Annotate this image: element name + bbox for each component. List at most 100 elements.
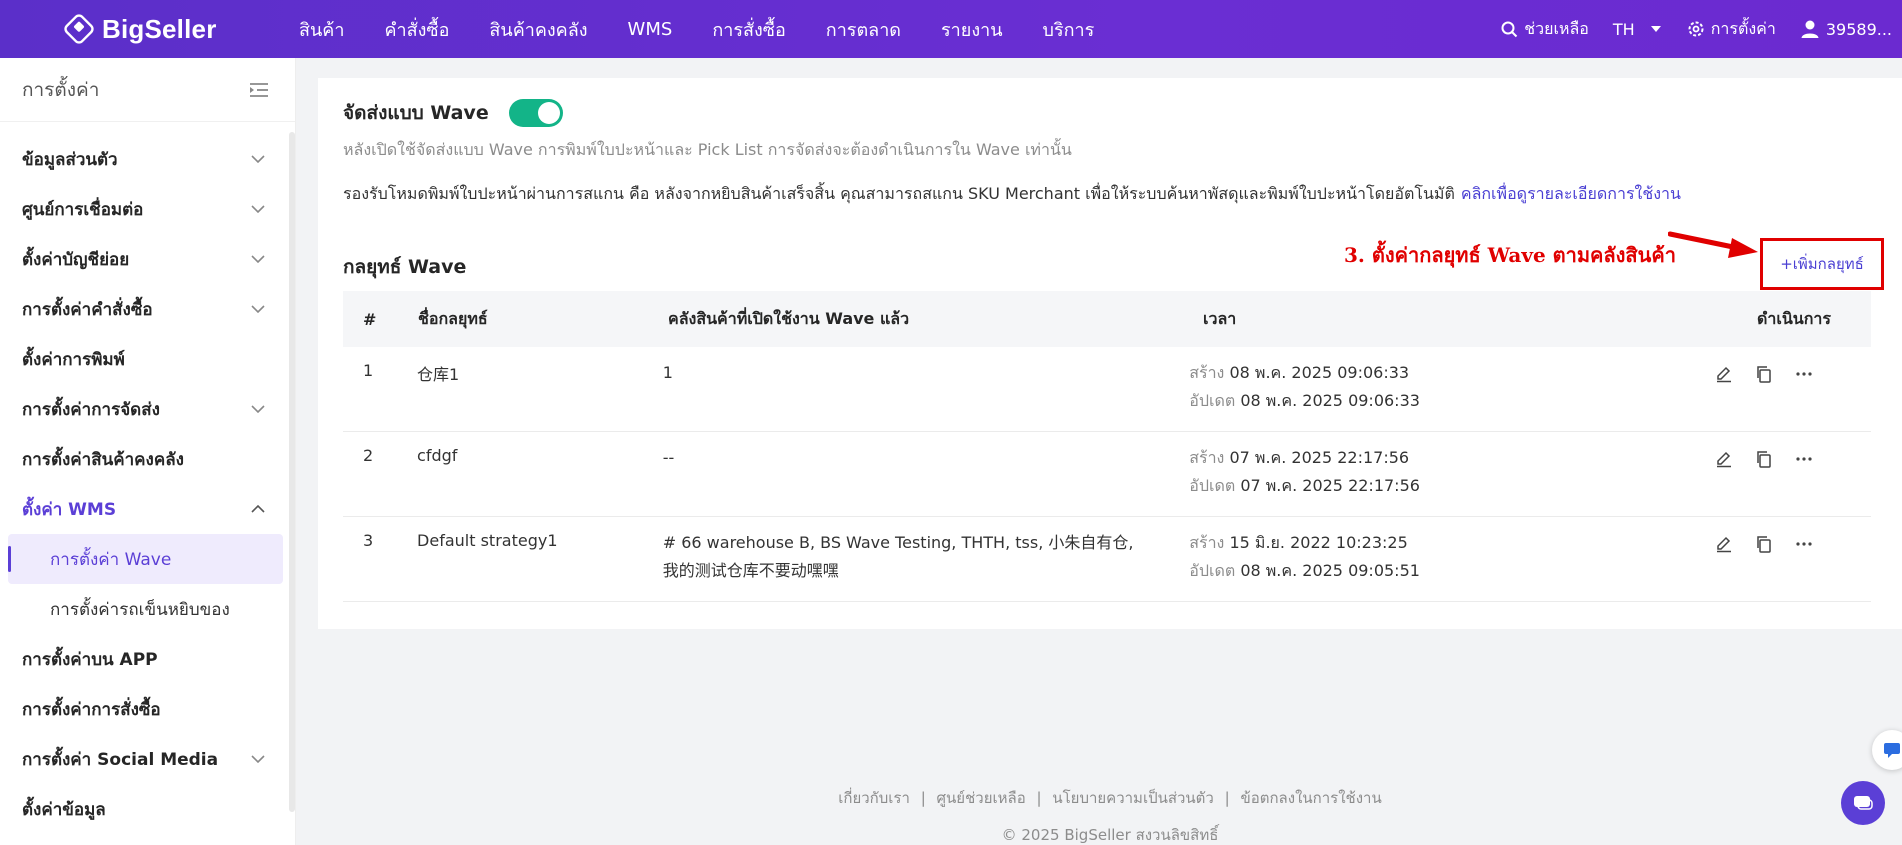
nav-item-wms[interactable]: WMS: [628, 19, 673, 40]
nav-item-purchase[interactable]: การสั่งซื้อ: [712, 15, 785, 44]
brand-logo[interactable]: BigSeller: [62, 12, 284, 46]
row-time: สร้าง 08 พ.ค. 2025 09:06:33 อัปเดต 08 พ.…: [1189, 359, 1715, 431]
user-icon: [1801, 20, 1819, 38]
more-icon[interactable]: [1795, 450, 1813, 472]
more-icon[interactable]: [1795, 535, 1813, 557]
row-warehouses: 1: [662, 363, 673, 382]
nav-item-reports[interactable]: รายงาน: [941, 15, 1003, 44]
sidebar-item-data-settings[interactable]: ตั้งค่าข้อมูล: [0, 784, 295, 834]
row-actions: [1715, 359, 1871, 431]
sidebar-item-app-settings[interactable]: การตั้งค่าบน APP: [0, 634, 295, 684]
search-icon: [1501, 21, 1518, 37]
strategy-table: # ชื่อกลยุทธ์ คลังสินค้าที่เปิดใช้งาน Wa…: [343, 291, 1871, 602]
edit-icon[interactable]: [1715, 450, 1733, 472]
footer-links: เกี่ยวกับเรา | ศูนย์ช่วยเหลือ | นโยบายคว…: [318, 786, 1902, 810]
row-name: cfdgf: [417, 446, 458, 465]
row-num: 2: [363, 446, 374, 465]
brand-name: BigSeller: [102, 13, 217, 44]
floating-chat-button[interactable]: [1841, 781, 1885, 825]
updated-label: อัปเดต: [1189, 391, 1236, 410]
collapse-menu-icon[interactable]: [249, 82, 269, 98]
main-nav: สินค้า คำสั่งซื้อ สินค้าคงคลัง WMS การสั…: [299, 15, 1134, 44]
nav-item-marketing[interactable]: การตลาด: [826, 15, 901, 44]
wave-description: รองรับโหมดพิมพ์ใบปะหน้าผ่านการสแกน คือ ห…: [343, 182, 1681, 207]
chevron-down-icon: [251, 405, 265, 413]
top-navbar: BigSeller สินค้า คำสั่งซื้อ สินค้าคงคลัง…: [0, 0, 1902, 58]
add-strategy-button[interactable]: +เพิ่มกลยุทธ์: [1780, 252, 1864, 276]
sidebar-item-label: การตั้งค่าบน APP: [22, 649, 158, 670]
row-time: สร้าง 07 พ.ค. 2025 22:17:56 อัปเดต 07 พ.…: [1189, 444, 1715, 516]
wave-hint: หลังเปิดใช้จัดส่งแบบ Wave การพิมพ์ใบปะหน…: [343, 140, 1072, 159]
col-header-actions: ดำเนินการ: [1757, 308, 1831, 328]
sidebar-item-label: ข้อมูลส่วนตัว: [22, 149, 118, 170]
usage-details-link[interactable]: คลิกเพื่อดูรายละเอียดการใช้งาน: [1461, 184, 1681, 203]
nav-item-products[interactable]: สินค้า: [299, 15, 344, 44]
created-time: 15 มิ.ย. 2022 10:23:25: [1229, 533, 1408, 552]
copy-icon[interactable]: [1755, 450, 1773, 472]
sidebar-title: การตั้งค่า: [22, 78, 100, 101]
footer-separator: |: [1036, 789, 1042, 807]
settings-sidebar: การตั้งค่า ข้อมูลส่วนตัว ศูนย์การเชื่อมต…: [0, 58, 296, 845]
sidebar-list: ข้อมูลส่วนตัว ศูนย์การเชื่อมต่อ ตั้งค่าบ…: [0, 122, 295, 834]
sidebar-item-social-media[interactable]: การตั้งค่า Social Media: [0, 734, 295, 784]
footer-link-about[interactable]: เกี่ยวกับเรา: [838, 789, 910, 807]
language-select[interactable]: TH: [1613, 20, 1663, 39]
sidebar-item-order-settings[interactable]: การตั้งค่าคำสั่งซื้อ: [0, 284, 295, 334]
edit-icon[interactable]: [1715, 365, 1733, 387]
updated-label: อัปเดต: [1189, 476, 1236, 495]
help-label: ช่วยเหลือ: [1524, 18, 1589, 38]
sidebar-item-shipping-settings[interactable]: การตั้งค่าการจัดส่ง: [0, 384, 295, 434]
copy-icon[interactable]: [1755, 365, 1773, 387]
row-actions: [1715, 529, 1871, 601]
col-header-num: #: [363, 309, 377, 329]
sidebar-item-label: การตั้งค่าการสั่งซื้อ: [22, 699, 161, 720]
help-link[interactable]: ช่วยเหลือ: [1501, 17, 1589, 42]
sidebar-item-connection[interactable]: ศูนย์การเชื่อมต่อ: [0, 184, 295, 234]
sidebar-item-label: ตั้งค่า WMS: [22, 499, 117, 520]
sidebar-item-label: การตั้งค่า Social Media: [22, 749, 219, 770]
chat-bubble-icon: [1854, 796, 1873, 810]
sidebar-item-print-settings[interactable]: ตั้งค่าการพิมพ์: [0, 334, 295, 384]
created-label: สร้าง: [1189, 363, 1225, 382]
row-warehouses: # 66 warehouse B, BS Wave Testing, THTH,…: [662, 533, 1134, 580]
chevron-up-icon: [251, 505, 265, 513]
settings-link[interactable]: การตั้งค่า: [1687, 17, 1776, 42]
wave-description-text: รองรับโหมดพิมพ์ใบปะหน้าผ่านการสแกน คือ ห…: [343, 184, 1455, 203]
footer-separator: |: [1224, 789, 1230, 807]
sidebar-item-wms-settings[interactable]: ตั้งค่า WMS: [0, 484, 295, 534]
help-chat-icon: [1884, 743, 1900, 758]
footer-link-help-center[interactable]: ศูนย์ช่วยเหลือ: [937, 789, 1026, 807]
footer-link-terms[interactable]: ข้อตกลงในการใช้งาน: [1240, 789, 1381, 807]
floating-help-button[interactable]: [1872, 730, 1902, 770]
copy-icon[interactable]: [1755, 535, 1773, 557]
row-num: 3: [363, 531, 374, 550]
sidebar-item-purchase-settings[interactable]: การตั้งค่าการสั่งซื้อ: [0, 684, 295, 734]
language-label: TH: [1612, 19, 1635, 39]
sidebar-item-label: การตั้งค่าคำสั่งซื้อ: [22, 299, 153, 320]
wave-toggle[interactable]: [508, 99, 563, 127]
sidebar-item-label: การตั้งค่าการจัดส่ง: [22, 399, 160, 420]
nav-item-services[interactable]: บริการ: [1043, 15, 1095, 44]
row-actions: [1715, 444, 1871, 516]
sidebar-scrollbar[interactable]: [289, 132, 295, 812]
instruction-annotation: 3. ตั้งค่ากลยุทธ์ Wave ตามคลังสินค้า: [1344, 243, 1676, 267]
footer-link-privacy[interactable]: นโยบายความเป็นส่วนตัว: [1052, 789, 1214, 807]
col-header-name: ชื่อกลยุทธ์: [418, 308, 488, 328]
sidebar-item-profile[interactable]: ข้อมูลส่วนตัว: [0, 134, 295, 184]
row-warehouses: --: [662, 448, 675, 467]
sidebar-item-inventory-settings[interactable]: การตั้งค่าสินค้าคงคลัง: [0, 434, 295, 484]
sidebar-subitem-wave-settings[interactable]: การตั้งค่า Wave: [8, 534, 283, 584]
gear-icon: [1688, 21, 1704, 37]
nav-item-inventory[interactable]: สินค้าคงคลัง: [489, 15, 587, 44]
nav-item-orders[interactable]: คำสั่งซื้อ: [384, 15, 449, 44]
wave-toggle-row: จัดส่งแบบ Wave: [343, 98, 563, 128]
row-num: 1: [363, 361, 374, 380]
sidebar-item-sub-accounts[interactable]: ตั้งค่าบัญชีย่อย: [0, 234, 295, 284]
edit-icon[interactable]: [1715, 535, 1733, 557]
more-icon[interactable]: [1795, 365, 1813, 387]
footer-separator: |: [920, 789, 926, 807]
user-name: 39589...: [1825, 19, 1892, 39]
user-menu[interactable]: 39589...: [1800, 19, 1898, 39]
col-header-warehouses: คลังสินค้าที่เปิดใช้งาน Wave แล้ว: [668, 309, 910, 328]
sidebar-subitem-picking-cart[interactable]: การตั้งค่ารถเข็นหยิบของ: [8, 584, 283, 634]
